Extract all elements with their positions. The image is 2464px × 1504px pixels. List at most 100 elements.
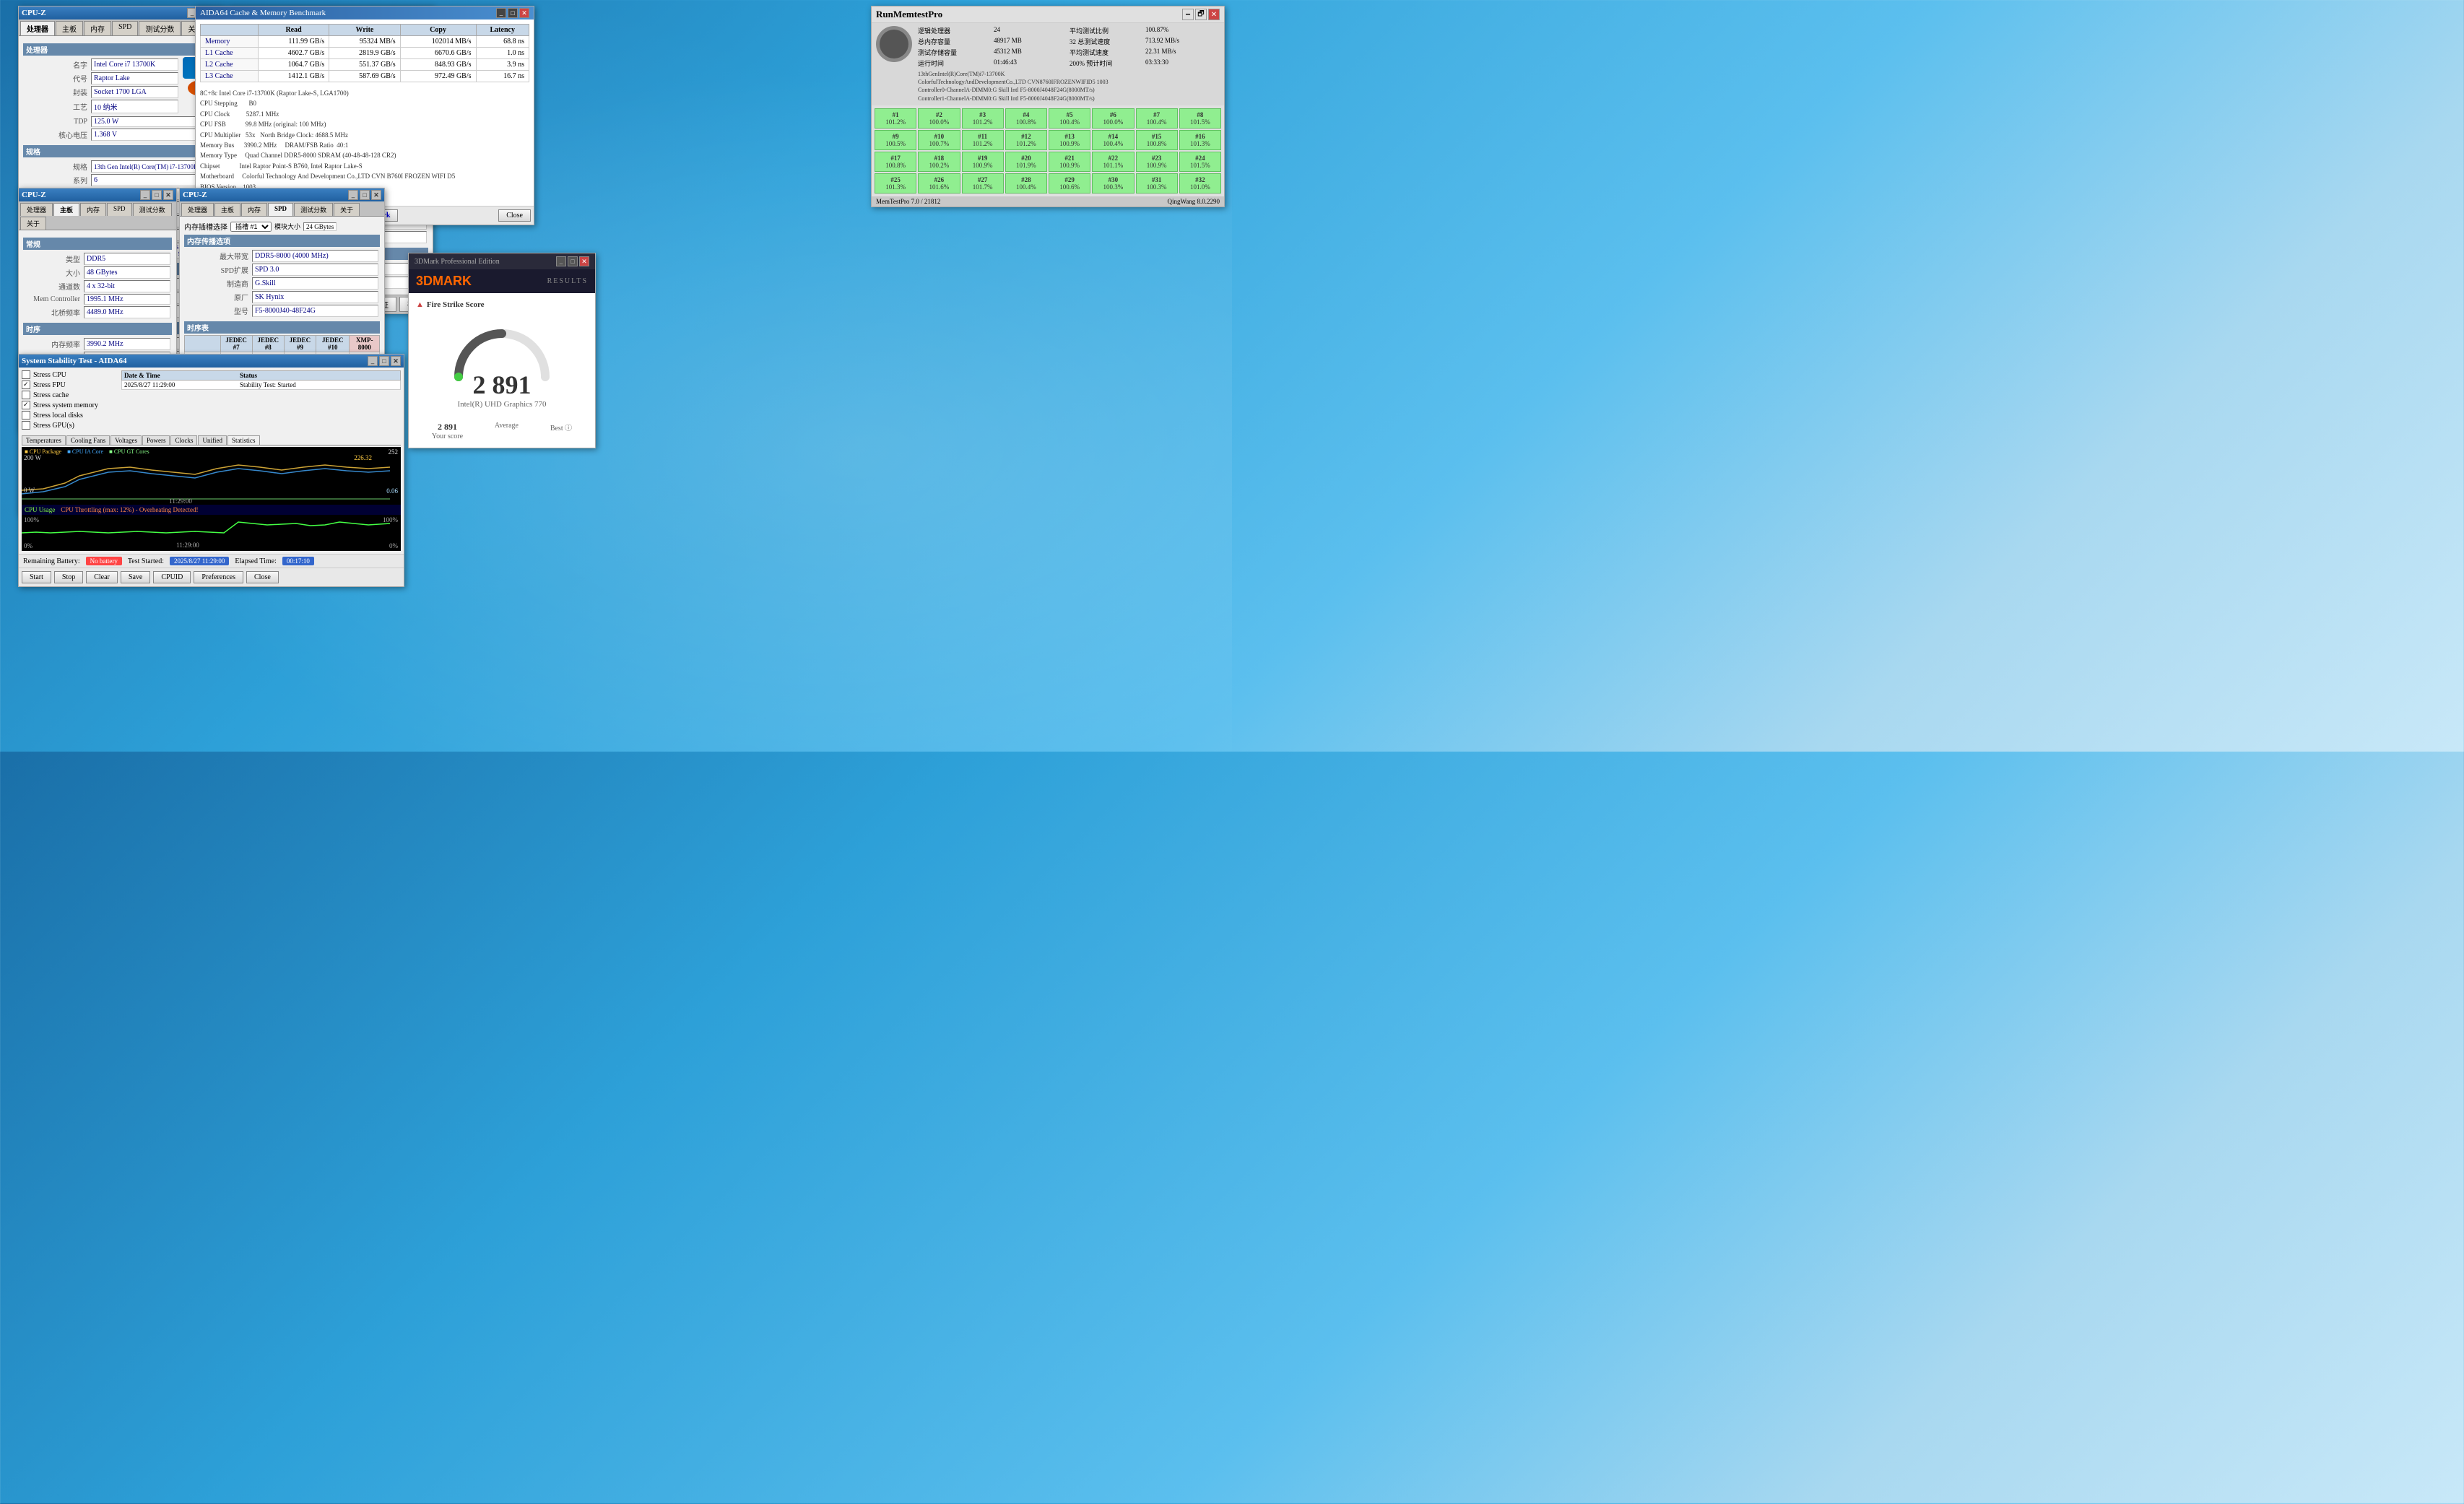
stress-cache-label: Stress cache bbox=[33, 391, 69, 399]
test-started-time: 2025/8/27 11:29:00 bbox=[170, 557, 229, 565]
name-value: Intel Core i7 13700K bbox=[91, 58, 178, 71]
tab-voltages[interactable]: Voltages bbox=[110, 435, 142, 445]
mem-tab-mb[interactable]: 主板 bbox=[53, 203, 79, 216]
memtest-title: RunMemtestPro bbox=[876, 9, 942, 20]
stress-fpu-check[interactable] bbox=[22, 381, 30, 389]
tab-motherboard[interactable]: 主板 bbox=[56, 21, 83, 35]
stab-start-btn[interactable]: Start bbox=[22, 571, 51, 583]
mem-close-btn[interactable]: ✕ bbox=[163, 190, 173, 200]
stab-minimize-btn[interactable]: _ bbox=[368, 356, 378, 366]
spd-maximize-btn[interactable]: □ bbox=[360, 190, 370, 200]
memtest-cell: #5100.4% bbox=[1049, 108, 1090, 129]
mem-maximize-btn[interactable]: □ bbox=[152, 190, 162, 200]
spd-jedec10: JEDEC #10 bbox=[316, 336, 350, 352]
spd-tab-spd[interactable]: SPD bbox=[268, 203, 293, 216]
stab-save-btn[interactable]: Save bbox=[121, 571, 150, 583]
memtest-cell: #18100.2% bbox=[918, 152, 960, 172]
usage-100-label: 100% bbox=[24, 516, 39, 523]
spd-tab-proc[interactable]: 处理器 bbox=[181, 203, 214, 216]
stress-cache-item: Stress cache bbox=[22, 391, 116, 399]
tab-scores[interactable]: 测试分数 bbox=[139, 21, 181, 35]
stab-close-btn-bottom[interactable]: Close bbox=[246, 571, 279, 583]
mem-tab-memory[interactable]: 内存 bbox=[80, 203, 106, 216]
memtest-cell: #22101.1% bbox=[1092, 152, 1134, 172]
stress-cache-check[interactable] bbox=[22, 391, 30, 399]
spd-mem-section: 内存传播选项 bbox=[184, 235, 380, 247]
stability-window: System Stability Test - AIDA64 _ □ ✕ Str… bbox=[18, 354, 404, 587]
aida-close-btn[interactable]: Close bbox=[498, 209, 531, 222]
spd-tab-about[interactable]: 关于 bbox=[334, 203, 360, 216]
stab-cpuid-btn[interactable]: CPUID bbox=[153, 571, 191, 583]
stress-cpu-check[interactable] bbox=[22, 370, 30, 379]
aida-col-write: Write bbox=[329, 25, 400, 36]
aida-minimize-btn[interactable]: _ bbox=[496, 8, 506, 18]
tdmark-logo: 3DMARK bbox=[416, 274, 472, 289]
stab-maximize-btn[interactable]: □ bbox=[379, 356, 389, 366]
stress-sysmem-check[interactable] bbox=[22, 401, 30, 409]
tab-powers[interactable]: Powers bbox=[142, 435, 170, 445]
tab-statistics[interactable]: Statistics bbox=[227, 435, 260, 445]
stress-disk-item: Stress local disks bbox=[22, 411, 116, 420]
spd-model-value: F5-8000J40-48F24G bbox=[252, 305, 378, 317]
tdmark-close-btn[interactable]: ✕ bbox=[579, 256, 589, 266]
memtest-cell: #15100.8% bbox=[1136, 130, 1178, 150]
stab-prefs-btn[interactable]: Preferences bbox=[194, 571, 243, 583]
l2-label: L2 Cache bbox=[201, 59, 259, 71]
tab-clocks[interactable]: Clocks bbox=[170, 435, 197, 445]
spd-tab-scores[interactable]: 测试分数 bbox=[294, 203, 333, 216]
tdp-label: TDP bbox=[25, 116, 90, 127]
mem-nb-label: 北桥频率 bbox=[25, 306, 82, 318]
tdmark-tab[interactable]: RESULTS bbox=[547, 277, 588, 285]
tdmark-window: 3DMark Professional Edition _ □ ✕ 3DMARK… bbox=[408, 253, 596, 448]
aida-motherboard: Motherboard Colorful Technology And Deve… bbox=[200, 171, 529, 181]
stab-stop-btn[interactable]: Stop bbox=[54, 571, 83, 583]
aida-chipset: Chipset Intel Raptor Point-S B760, Intel… bbox=[200, 161, 529, 171]
your-score-val: 2 891 Your score bbox=[432, 422, 463, 440]
memtest-minimize-btn[interactable]: 🗕 bbox=[1182, 9, 1194, 20]
memtest-close-btn[interactable]: ✕ bbox=[1208, 9, 1220, 20]
mem-minimize-btn[interactable]: _ bbox=[140, 190, 150, 200]
spd-minimize-btn[interactable]: _ bbox=[348, 190, 358, 200]
spd-slot-select[interactable]: 插槽 #1 bbox=[230, 222, 272, 232]
memtest-cell: #26101.6% bbox=[918, 173, 960, 194]
tab-cooling-fans[interactable]: Cooling Fans bbox=[66, 435, 110, 445]
elapsed-time: 00:17:10 bbox=[282, 557, 314, 565]
cpu-usage-chart: 100% 0% 11:29:00 100% 0% bbox=[22, 515, 401, 551]
mem-tab-scores[interactable]: 测试分数 bbox=[133, 203, 172, 216]
aida-maximize-btn[interactable]: □ bbox=[508, 8, 518, 18]
spd-close-btn[interactable]: ✕ bbox=[371, 190, 381, 200]
spd-mfr-value: G.Skill bbox=[252, 277, 378, 290]
tdmark-minimize-btn[interactable]: _ bbox=[556, 256, 566, 266]
tab-memory[interactable]: 内存 bbox=[84, 21, 111, 35]
spd-jedec9: JEDEC #9 bbox=[284, 336, 316, 352]
mem-tab-proc[interactable]: 处理器 bbox=[20, 203, 53, 216]
tab-temperatures[interactable]: Temperatures bbox=[22, 435, 66, 445]
stab-clear-btn[interactable]: Clear bbox=[86, 571, 118, 583]
test-speed-value: 713.92 MB/s bbox=[1145, 37, 1220, 46]
aida-close-btn[interactable]: ✕ bbox=[519, 8, 529, 18]
tested-mem-value: 45312 MB bbox=[994, 48, 1068, 57]
score-comparison-row: 2 891 Your score Average Best ⓘ bbox=[416, 422, 588, 440]
mem-tab-about[interactable]: 关于 bbox=[20, 217, 46, 230]
spd-tab-mb[interactable]: 主板 bbox=[214, 203, 240, 216]
mem-freq-label: 内存频率 bbox=[25, 338, 82, 350]
spd-mfr-label: 制造商 bbox=[186, 277, 251, 290]
l2-copy: 848.93 GB/s bbox=[400, 59, 476, 71]
stress-disk-check[interactable] bbox=[22, 411, 30, 420]
stability-title: System Stability Test - AIDA64 bbox=[22, 357, 126, 365]
tdmark-maximize-btn[interactable]: □ bbox=[568, 256, 578, 266]
tab-processor[interactable]: 处理器 bbox=[20, 21, 55, 35]
spd-tab-memory[interactable]: 内存 bbox=[241, 203, 267, 216]
avg-ratio-value: 100.87% bbox=[1145, 26, 1220, 35]
memtest-restore-btn[interactable]: 🗗 bbox=[1195, 9, 1207, 20]
tab-spd[interactable]: SPD bbox=[112, 21, 138, 35]
log-status-col: Status bbox=[240, 372, 398, 379]
tdmark-title: 3DMark Professional Edition bbox=[415, 258, 500, 266]
spec-section: 规格 bbox=[23, 145, 219, 157]
tab-unified[interactable]: Unified bbox=[198, 435, 227, 445]
l3-write: 587.69 GB/s bbox=[329, 71, 400, 82]
tdmark-score: 2 891 bbox=[473, 370, 532, 400]
mem-tab-spd[interactable]: SPD bbox=[107, 203, 132, 216]
stress-gpu-check[interactable] bbox=[22, 421, 30, 430]
stab-close-btn[interactable]: ✕ bbox=[391, 356, 401, 366]
